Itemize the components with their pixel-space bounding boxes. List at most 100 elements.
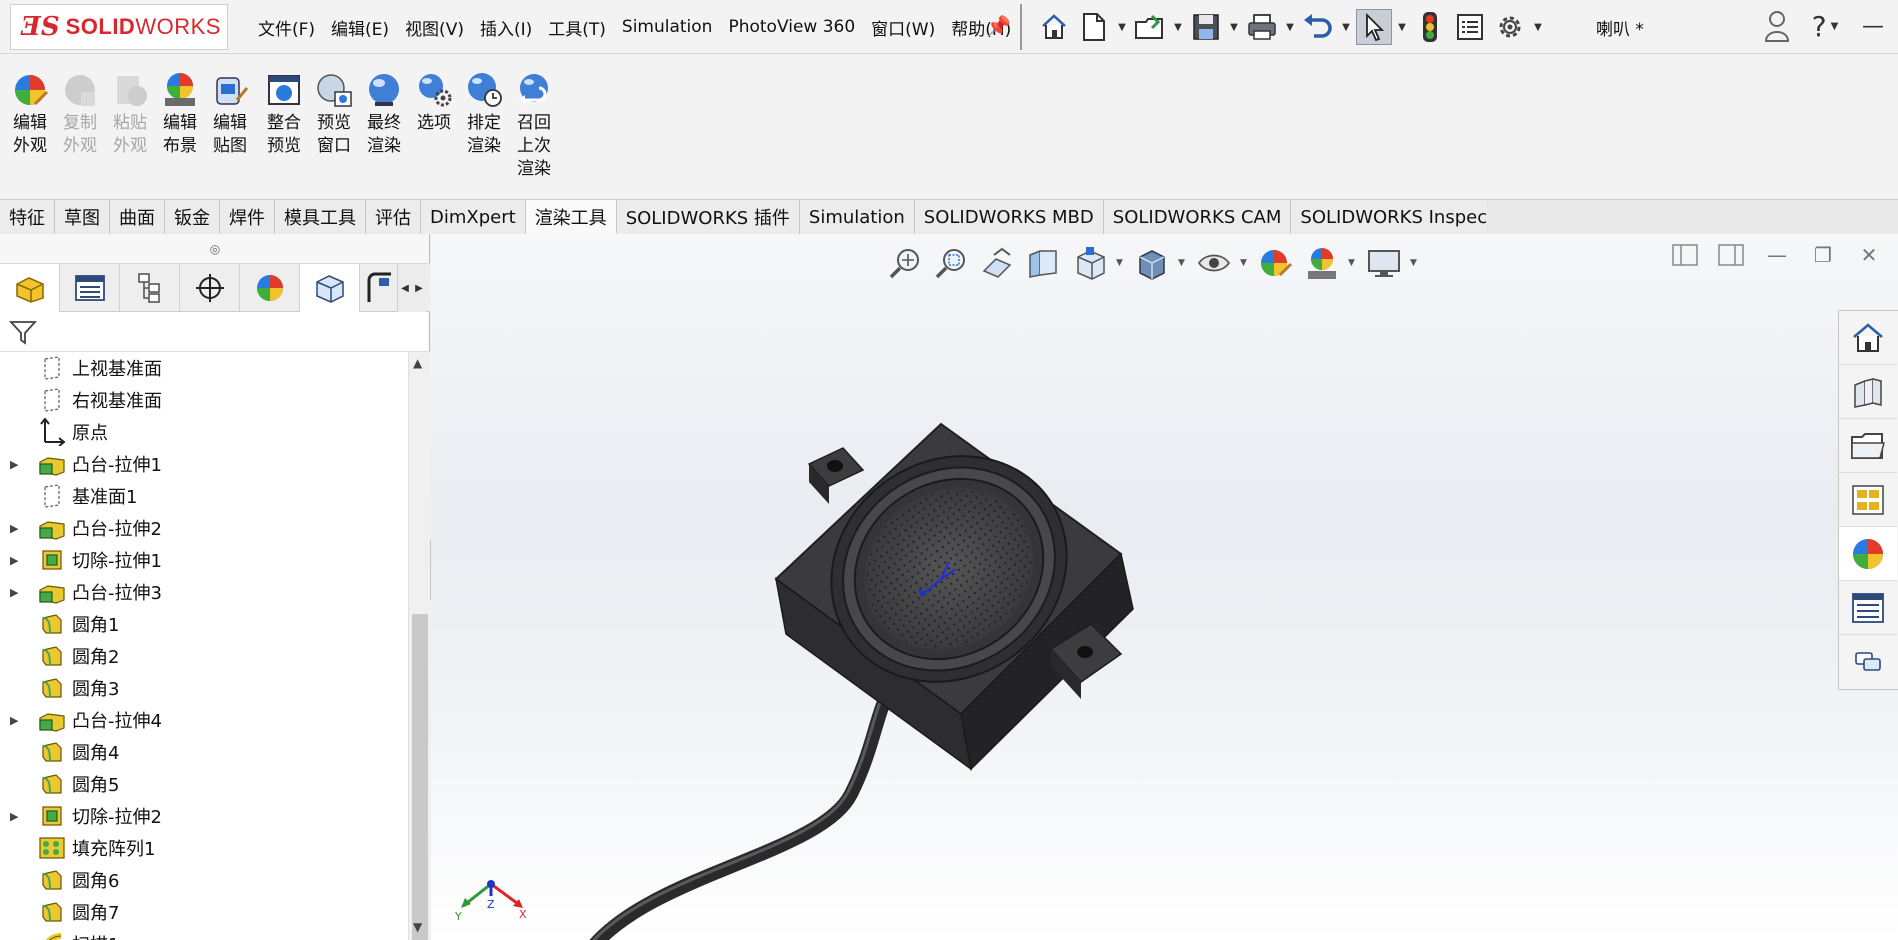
tab-3[interactable]: 钣金 bbox=[165, 200, 220, 234]
feature-tree-filter[interactable] bbox=[0, 312, 428, 352]
save-dropdown-icon[interactable]: ▼ bbox=[1228, 9, 1240, 45]
feature-tree-item[interactable]: 圆角4 bbox=[0, 736, 408, 768]
view-orientation-dropdown-icon[interactable]: ▼ bbox=[1116, 258, 1126, 268]
feature-tree-item[interactable]: ▶ 切除-拉伸2 bbox=[0, 800, 408, 832]
feature-tree-item[interactable]: ▶ 凸台-拉伸2 bbox=[0, 512, 408, 544]
property-manager-tab-icon[interactable] bbox=[60, 264, 120, 312]
tab-4[interactable]: 焊件 bbox=[220, 200, 275, 234]
tab-9[interactable]: SOLIDWORKS 插件 bbox=[616, 200, 800, 234]
options-dropdown-icon[interactable]: ▼ bbox=[1532, 9, 1544, 45]
tab-5[interactable]: 模具工具 bbox=[275, 200, 366, 234]
panel-tabs-scroll-right-icon[interactable]: ▶ bbox=[412, 264, 426, 312]
viewport-split-left-icon[interactable] bbox=[1671, 240, 1699, 270]
select-pointer-icon[interactable] bbox=[1356, 9, 1392, 45]
feature-tree-item[interactable]: 圆角2 bbox=[0, 640, 408, 672]
filter-icon[interactable] bbox=[8, 317, 38, 347]
expand-arrow-icon[interactable]: ▶ bbox=[10, 586, 22, 599]
feature-tree-item[interactable]: 右视基准面 bbox=[0, 384, 408, 416]
edit-decal-button[interactable]: 编辑 贴图 bbox=[208, 70, 252, 158]
view-settings-dropdown-icon[interactable]: ▼ bbox=[1410, 258, 1420, 268]
feature-tree-item[interactable]: ▶ 凸台-拉伸1 bbox=[0, 448, 408, 480]
view-settings-icon[interactable] bbox=[1364, 244, 1404, 282]
menu-item-0[interactable]: 文件(F) bbox=[250, 10, 323, 44]
tab-10[interactable]: Simulation bbox=[799, 200, 915, 234]
menu-item-1[interactable]: 编辑(E) bbox=[323, 10, 397, 44]
expand-arrow-icon[interactable]: ▶ bbox=[10, 554, 22, 567]
display-style-dropdown-icon[interactable]: ▼ bbox=[1178, 258, 1188, 268]
minimize-icon[interactable]: — bbox=[1856, 6, 1890, 46]
rebuild-light-icon[interactable] bbox=[1412, 9, 1448, 45]
options-gear-icon[interactable] bbox=[1492, 9, 1528, 45]
viewport-restore-icon[interactable]: ❐ bbox=[1809, 240, 1837, 270]
tab-0[interactable]: 特征 bbox=[0, 200, 55, 234]
edit-scene-button[interactable]: 编辑 布景 bbox=[158, 70, 202, 158]
menu-item-5[interactable]: Simulation bbox=[614, 10, 721, 44]
feature-tree-item[interactable]: 基准面1 bbox=[0, 480, 408, 512]
tab-8[interactable]: 渲染工具 bbox=[525, 200, 617, 234]
select-dropdown-icon[interactable]: ▼ bbox=[1396, 9, 1408, 45]
scroll-up-icon[interactable]: ▲ bbox=[413, 356, 422, 370]
feature-tree-item[interactable]: ▶ 凸台-拉伸4 bbox=[0, 704, 408, 736]
feature-tree-item[interactable]: 填充阵列1 bbox=[0, 832, 408, 864]
tab-7[interactable]: DimXpert bbox=[421, 200, 526, 234]
view-palette-icon[interactable] bbox=[1839, 473, 1897, 527]
feature-tree-scrollbar[interactable]: ▲ ▼ bbox=[408, 352, 430, 940]
undo-dropdown-icon[interactable]: ▼ bbox=[1340, 9, 1352, 45]
options-button[interactable]: 选项 bbox=[412, 70, 456, 135]
final-render-button[interactable]: 最终 渲染 bbox=[362, 70, 406, 158]
print-dropdown-icon[interactable]: ▼ bbox=[1284, 9, 1296, 45]
file-properties-icon[interactable] bbox=[1452, 9, 1488, 45]
viewport-minimize-icon[interactable]: — bbox=[1763, 240, 1791, 270]
expand-arrow-icon[interactable]: ▶ bbox=[10, 458, 22, 471]
view-orientation-icon[interactable] bbox=[1070, 244, 1110, 282]
menu-item-4[interactable]: 工具(T) bbox=[540, 10, 614, 44]
feature-manager-tab-icon[interactable] bbox=[0, 264, 60, 312]
help-icon[interactable]: ? ▼ bbox=[1808, 6, 1842, 46]
undo-icon[interactable] bbox=[1300, 9, 1336, 45]
viewport-split-right-icon[interactable] bbox=[1717, 240, 1745, 270]
solidworks-resources-icon[interactable] bbox=[1839, 311, 1897, 365]
hide-show-dropdown-icon[interactable]: ▼ bbox=[1240, 258, 1250, 268]
tab-12[interactable]: SOLIDWORKS CAM bbox=[1103, 200, 1292, 234]
new-document-icon[interactable] bbox=[1076, 9, 1112, 45]
feature-tree-item[interactable]: 圆角5 bbox=[0, 768, 408, 800]
dimxpert-manager-tab-icon[interactable] bbox=[180, 264, 240, 312]
print-icon[interactable] bbox=[1244, 9, 1280, 45]
appearances-scenes-icon[interactable] bbox=[1839, 527, 1897, 581]
graphics-area[interactable]: ▼ ▼ ▼ ▼ ▼ — ❐ ✕ X Y Z bbox=[431, 234, 1898, 940]
cam-feature-tree-tab-icon[interactable] bbox=[300, 264, 360, 312]
viewport-close-icon[interactable]: ✕ bbox=[1855, 240, 1883, 270]
zoom-to-fit-icon[interactable] bbox=[886, 244, 926, 282]
display-style-icon[interactable] bbox=[1132, 244, 1172, 282]
tab-6[interactable]: 评估 bbox=[366, 200, 421, 234]
schedule-render-button[interactable]: 排定 渲染 bbox=[462, 70, 506, 158]
expand-arrow-icon[interactable]: ▶ bbox=[10, 810, 22, 823]
scroll-down-icon[interactable]: ▼ bbox=[413, 920, 422, 934]
feature-tree-item[interactable]: 圆角3 bbox=[0, 672, 408, 704]
cam-operation-tree-tab-icon[interactable] bbox=[360, 264, 398, 312]
expand-arrow-icon[interactable]: ▶ bbox=[10, 714, 22, 727]
open-icon[interactable] bbox=[1132, 9, 1168, 45]
expand-arrow-icon[interactable]: ▶ bbox=[10, 522, 22, 535]
feature-tree-item[interactable]: 上视基准面 bbox=[0, 352, 408, 384]
edit-appearance-view-icon[interactable] bbox=[1256, 244, 1296, 282]
feature-tree-item[interactable]: ▶ 切除-拉伸1 bbox=[0, 544, 408, 576]
menu-item-3[interactable]: 插入(I) bbox=[472, 10, 540, 44]
configuration-manager-tab-icon[interactable] bbox=[120, 264, 180, 312]
preview-window-button[interactable]: 预览 窗口 bbox=[312, 70, 356, 158]
edit-appearance-button[interactable]: 编辑 外观 bbox=[8, 70, 52, 158]
user-account-icon[interactable] bbox=[1760, 6, 1794, 46]
menu-item-7[interactable]: 窗口(W) bbox=[863, 10, 943, 44]
scrollbar-thumb[interactable] bbox=[412, 614, 428, 940]
open-dropdown-icon[interactable]: ▼ bbox=[1172, 9, 1184, 45]
new-dropdown-icon[interactable]: ▼ bbox=[1116, 9, 1128, 45]
zoom-to-area-icon[interactable] bbox=[932, 244, 972, 282]
integrated-preview-button[interactable]: 整合 预览 bbox=[262, 70, 306, 158]
solidworks-logo[interactable]: ƎS SOLIDWORKS bbox=[10, 4, 228, 50]
design-library-icon[interactable] bbox=[1839, 365, 1897, 419]
display-manager-tab-icon[interactable] bbox=[240, 264, 300, 312]
apply-scene-icon[interactable] bbox=[1302, 244, 1342, 282]
home-icon[interactable] bbox=[1036, 9, 1072, 45]
forum-chat-icon[interactable] bbox=[1839, 635, 1897, 689]
custom-properties-icon[interactable] bbox=[1839, 581, 1897, 635]
